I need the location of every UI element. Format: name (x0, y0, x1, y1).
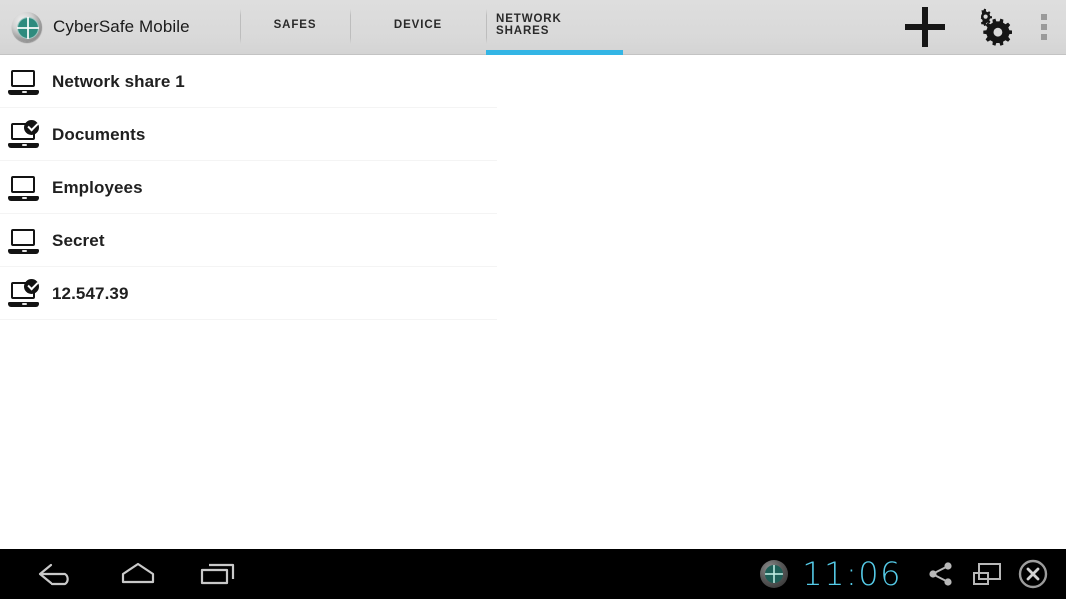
back-arrow-icon (38, 563, 69, 586)
add-share-button[interactable] (892, 0, 958, 55)
plus-icon (905, 7, 945, 47)
list-item-label: 12.547.39 (52, 283, 129, 303)
overflow-menu-button[interactable] (1022, 0, 1066, 55)
back-button[interactable] (18, 549, 98, 599)
status-clock[interactable]: 11:06 (802, 558, 902, 590)
laptop-icon (7, 227, 40, 255)
tab-network-shares-label: NETWORK SHARES (496, 13, 562, 37)
tab-device-label: DEVICE (393, 19, 443, 31)
share-button[interactable] (918, 549, 964, 599)
settings-button[interactable] (958, 0, 1022, 55)
list-item[interactable]: Network share 1 (0, 55, 1066, 108)
system-navigation-bar: 11:06 (0, 549, 1066, 599)
action-bar-buttons (892, 0, 1066, 55)
recent-apps-icon (200, 563, 235, 585)
list-item[interactable]: Employees (0, 161, 1066, 214)
laptop-icon (7, 174, 40, 202)
screenshot-icon (973, 563, 1001, 585)
list-item-label: Network share 1 (52, 71, 185, 91)
screenshot-button[interactable] (964, 549, 1010, 599)
laptop-check-icon (7, 119, 40, 149)
tab-bar: SAFES DEVICE NETWORK SHARES (240, 0, 623, 55)
action-bar: CyberSafe Mobile SAFES DEVICE NETWORK SH… (0, 0, 1066, 55)
tab-safes[interactable]: SAFES (240, 0, 350, 55)
close-circle-icon (1018, 559, 1048, 589)
navigation-buttons (0, 549, 258, 599)
list-item[interactable]: Secret (0, 214, 1066, 267)
cybersafe-status-icon[interactable] (760, 560, 789, 588)
list-item-label: Documents (52, 124, 146, 144)
recent-apps-button[interactable] (178, 549, 258, 599)
list-item-label: Secret (52, 230, 105, 250)
overflow-menu-icon (1041, 14, 1047, 40)
laptop-check-icon (7, 278, 40, 308)
tab-device[interactable]: DEVICE (350, 0, 486, 55)
screen-root: CyberSafe Mobile SAFES DEVICE NETWORK SH… (0, 0, 1066, 599)
status-area: 11:06 (760, 549, 1066, 599)
double-gear-icon (980, 8, 1012, 46)
tab-network-shares[interactable]: NETWORK SHARES (486, 0, 623, 55)
page-title: CyberSafe Mobile (53, 17, 190, 36)
share-icon (929, 562, 952, 586)
home-icon (121, 562, 155, 584)
list-item-label: Employees (52, 177, 143, 197)
network-shares-list: Network share 1 Documents Employees Secr… (0, 55, 1066, 549)
tab-safes-label: SAFES (273, 19, 317, 31)
close-button[interactable] (1010, 549, 1056, 599)
list-item[interactable]: 12.547.39 (0, 267, 1066, 320)
app-brand: CyberSafe Mobile (0, 12, 240, 42)
list-item[interactable]: Documents (0, 108, 1066, 161)
home-button[interactable] (98, 549, 178, 599)
cybersafe-vault-icon (12, 12, 42, 42)
laptop-icon (7, 68, 40, 96)
